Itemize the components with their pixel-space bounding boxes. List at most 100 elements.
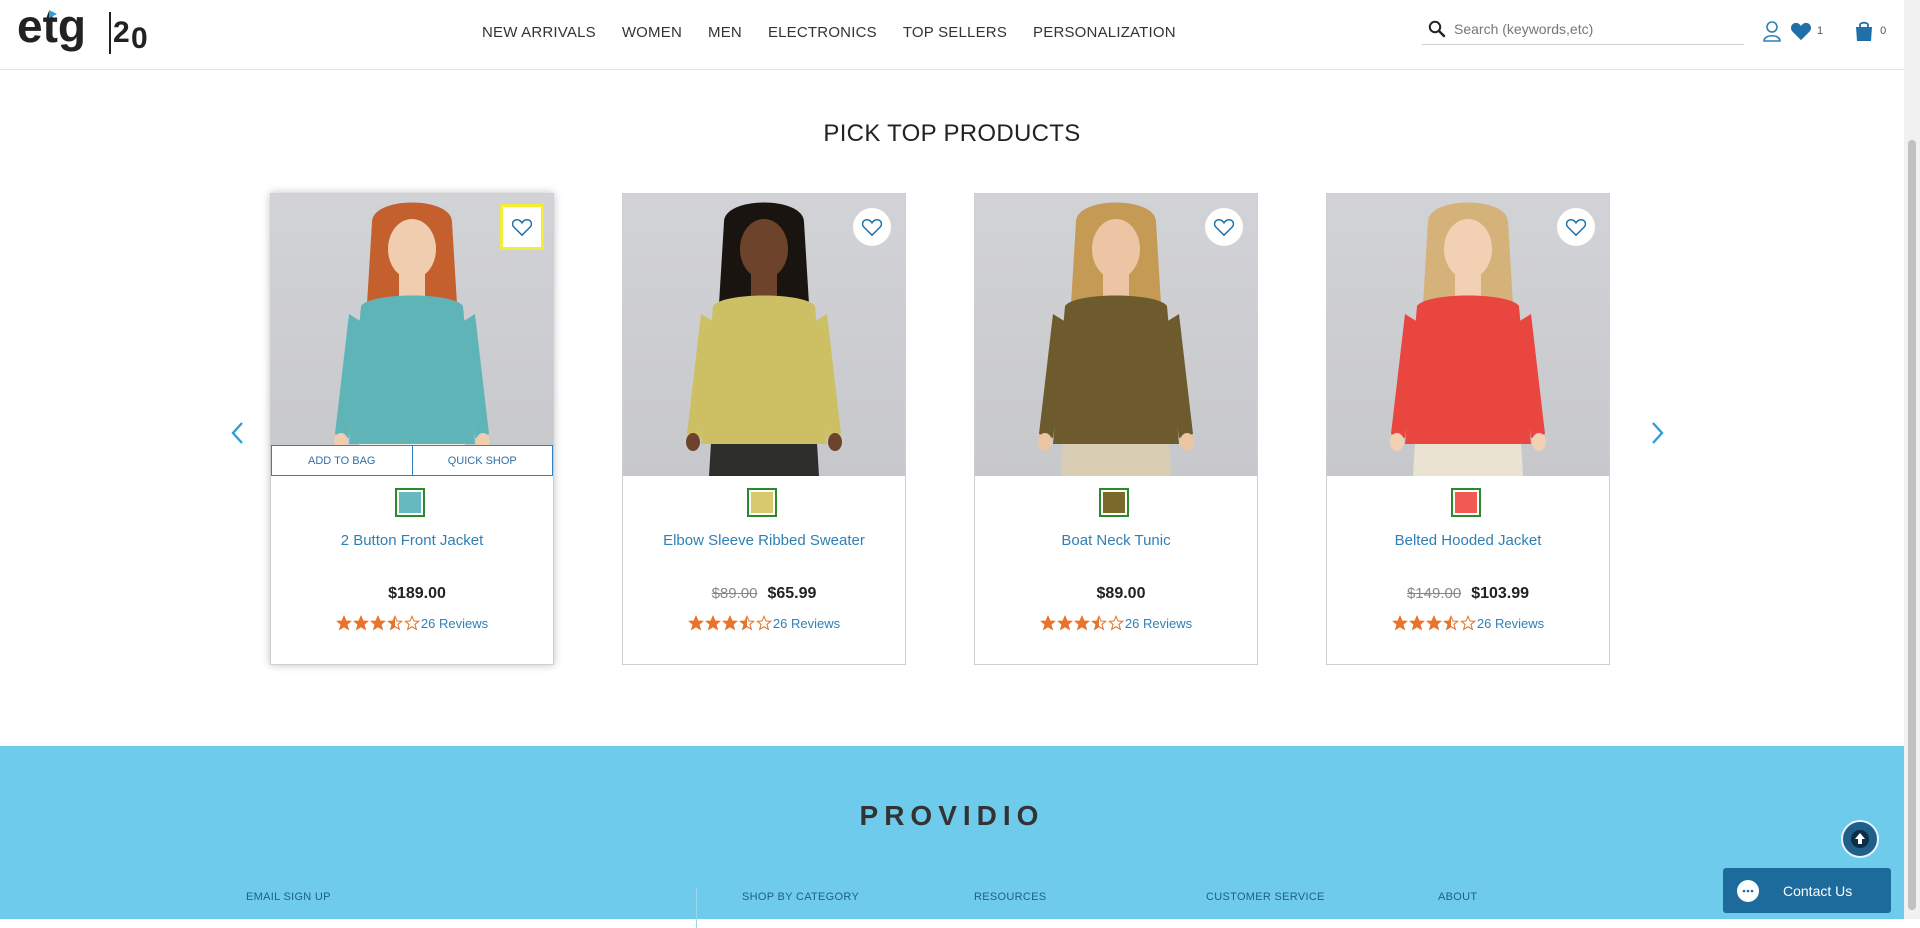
- product-card[interactable]: Elbow Sleeve Ribbed Sweater $89.00 $65.99…: [622, 193, 906, 665]
- color-swatch[interactable]: [747, 488, 777, 517]
- reviews-link[interactable]: 26 Reviews: [773, 616, 840, 631]
- reviews-link[interactable]: 26 Reviews: [1477, 616, 1544, 631]
- rating-row: 26 Reviews: [975, 615, 1257, 631]
- product-name[interactable]: Belted Hooded Jacket: [1327, 532, 1609, 549]
- rating-row: 26 Reviews: [271, 615, 553, 631]
- star-rating: [687, 615, 773, 631]
- swatch-fill: [1455, 492, 1477, 513]
- rating-row: 26 Reviews: [1327, 615, 1609, 631]
- search-bar: [1422, 14, 1744, 45]
- current-price: $103.99: [1471, 585, 1530, 602]
- heart-outline-icon: [1565, 218, 1587, 237]
- add-to-wishlist-button[interactable]: [1557, 208, 1595, 246]
- current-price: $65.99: [767, 585, 817, 602]
- color-swatch[interactable]: [1451, 488, 1481, 517]
- card-actions: ADD TO BAG QUICK SHOP: [271, 445, 553, 476]
- nav-men[interactable]: MEN: [708, 24, 742, 41]
- footer-resources-heading[interactable]: RESOURCES: [974, 891, 1046, 903]
- chat-bubble-icon: [1737, 879, 1759, 902]
- search-icon[interactable]: [1428, 20, 1446, 38]
- scrollbar-thumb[interactable]: [1908, 140, 1916, 910]
- footer-shop-by-category-heading[interactable]: SHOP BY CATEGORY: [742, 891, 859, 903]
- add-to-wishlist-button[interactable]: [500, 204, 544, 250]
- cart-count: 0: [1880, 25, 1887, 37]
- footer-about-heading[interactable]: ABOUT: [1438, 891, 1477, 903]
- original-price: $149.00: [1406, 585, 1462, 602]
- current-price: $89.00: [1096, 585, 1146, 602]
- reviews-link[interactable]: 26 Reviews: [421, 616, 488, 631]
- svg-text:2: 2: [113, 16, 130, 49]
- site-header: etg 2 0 NEW ARRIVALS WOMEN MEN ELECTRONI…: [0, 0, 1904, 70]
- star-empty-icon: [403, 615, 420, 631]
- color-swatch[interactable]: [395, 488, 425, 517]
- shopping-bag-icon[interactable]: [1853, 20, 1875, 42]
- swatch-fill: [1103, 492, 1125, 513]
- star-half-icon: [386, 615, 403, 631]
- star-empty-icon: [1459, 615, 1476, 631]
- star-full-icon: [352, 615, 369, 631]
- product-name[interactable]: 2 Button Front Jacket: [271, 532, 553, 549]
- color-swatch[interactable]: [1099, 488, 1129, 517]
- star-half-icon: [1442, 615, 1459, 631]
- product-card[interactable]: ADD TO BAG QUICK SHOP 2 Button Front Jac…: [270, 193, 554, 665]
- wishlist-heart-icon[interactable]: [1790, 21, 1812, 41]
- price-row: $189.00: [271, 585, 553, 603]
- star-full-icon: [687, 615, 704, 631]
- contact-us-label: Contact Us: [1783, 882, 1853, 899]
- star-full-icon: [1425, 615, 1442, 631]
- star-full-icon: [335, 615, 352, 631]
- footer-divider: [696, 888, 697, 928]
- star-empty-icon: [755, 615, 772, 631]
- heart-outline-icon: [511, 218, 533, 237]
- nav-electronics[interactable]: ELECTRONICS: [768, 24, 877, 41]
- etg-logo[interactable]: etg 2 0: [17, 0, 157, 66]
- star-half-icon: [1090, 615, 1107, 631]
- quick-shop-button[interactable]: QUICK SHOP: [412, 445, 553, 476]
- footer-email-signup-heading[interactable]: EMAIL SIGN UP: [246, 891, 331, 903]
- star-full-icon: [1073, 615, 1090, 631]
- product-name[interactable]: Elbow Sleeve Ribbed Sweater: [623, 532, 905, 549]
- back-to-top-button[interactable]: [1841, 820, 1879, 858]
- swatch-fill: [751, 492, 773, 513]
- header-icons: 1 0: [1762, 20, 1886, 42]
- star-full-icon: [1408, 615, 1425, 631]
- section-title: PICK TOP PRODUCTS: [823, 120, 1081, 147]
- svg-text:etg: etg: [17, 4, 86, 52]
- nav-top-sellers[interactable]: TOP SELLERS: [903, 24, 1007, 41]
- nav-new-arrivals[interactable]: NEW ARRIVALS: [482, 24, 596, 41]
- current-price: $189.00: [388, 585, 446, 602]
- svg-text:0: 0: [131, 22, 148, 55]
- star-full-icon: [369, 615, 386, 631]
- original-price: $89.00: [711, 585, 758, 602]
- star-full-icon: [1056, 615, 1073, 631]
- site-footer: PROVIDIO EMAIL SIGN UP SHOP BY CATEGORY …: [0, 746, 1904, 928]
- main-nav: NEW ARRIVALS WOMEN MEN ELECTRONICS TOP S…: [482, 24, 1176, 41]
- star-rating: [335, 615, 421, 631]
- star-full-icon: [1039, 615, 1056, 631]
- footer-customer-service-heading[interactable]: CUSTOMER SERVICE: [1206, 891, 1325, 903]
- wishlist-count: 1: [1817, 25, 1824, 37]
- contact-us-chat-button[interactable]: Contact Us: [1723, 868, 1891, 913]
- add-to-wishlist-button[interactable]: [853, 208, 891, 246]
- product-card[interactable]: Belted Hooded Jacket $149.00 $103.99 26 R…: [1326, 193, 1610, 665]
- search-input[interactable]: [1454, 21, 1734, 37]
- heart-outline-icon: [1213, 218, 1235, 237]
- account-icon[interactable]: [1762, 20, 1782, 42]
- add-to-wishlist-button[interactable]: [1205, 208, 1243, 246]
- carousel-next-arrow-icon[interactable]: [1645, 419, 1669, 447]
- star-full-icon: [704, 615, 721, 631]
- product-card[interactable]: Boat Neck Tunic $89.00 26 Reviews: [974, 193, 1258, 665]
- footer-brand: PROVIDIO: [859, 800, 1045, 831]
- product-name[interactable]: Boat Neck Tunic: [975, 532, 1257, 549]
- arrow-up-icon: [1851, 830, 1869, 848]
- reviews-link[interactable]: 26 Reviews: [1125, 616, 1192, 631]
- star-half-icon: [738, 615, 755, 631]
- add-to-bag-button[interactable]: ADD TO BAG: [271, 445, 413, 476]
- nav-women[interactable]: WOMEN: [622, 24, 682, 41]
- star-rating: [1391, 615, 1477, 631]
- nav-personalization[interactable]: PERSONALIZATION: [1033, 24, 1176, 41]
- page-scrollbar[interactable]: [1904, 0, 1920, 919]
- carousel-prev-arrow-icon[interactable]: [226, 419, 250, 447]
- star-empty-icon: [1107, 615, 1124, 631]
- star-full-icon: [721, 615, 738, 631]
